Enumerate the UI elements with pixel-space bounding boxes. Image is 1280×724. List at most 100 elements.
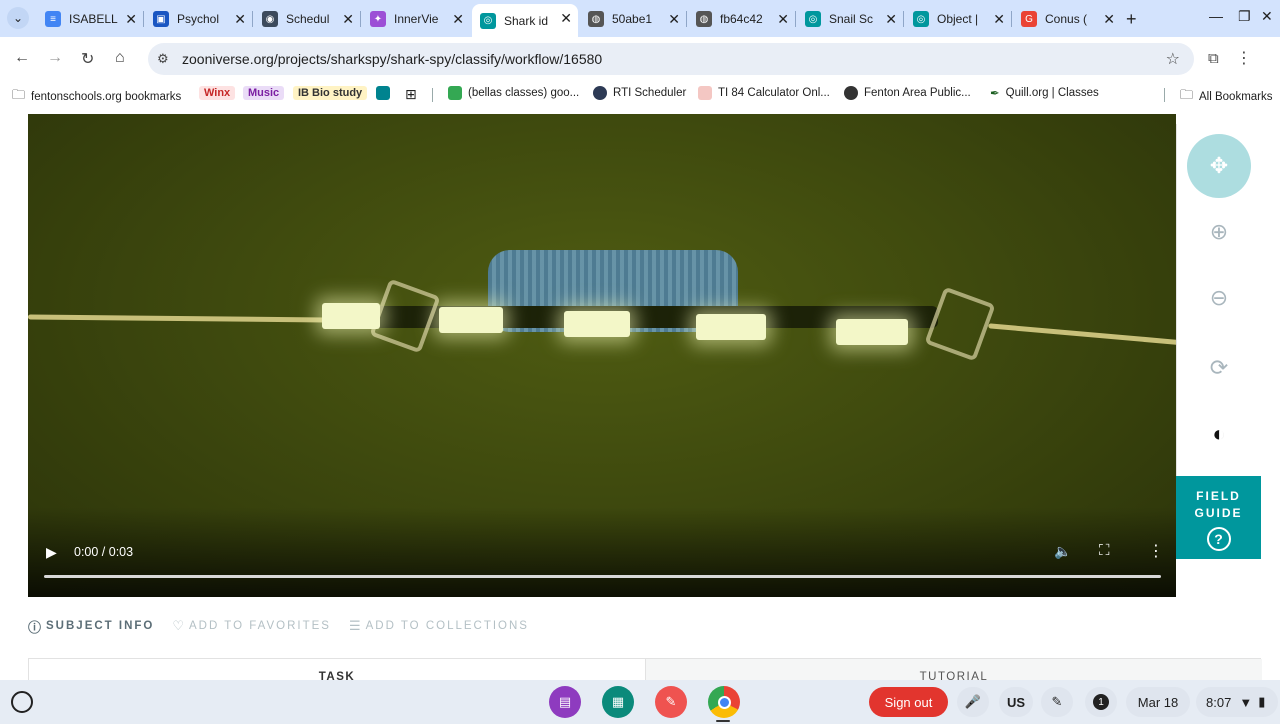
bookmark-apps[interactable]: ⊞	[405, 86, 417, 103]
tab-favicon-icon: ◍	[588, 11, 604, 27]
tab-close-icon[interactable]: ✕	[668, 11, 680, 28]
bookmark-label: Music	[243, 86, 285, 100]
heart-icon: ♡	[172, 618, 185, 633]
bookmark-rti[interactable]: RTI Scheduler	[593, 86, 686, 100]
add-to-favorites-button[interactable]: ♡ ADD TO FAVORITES	[172, 618, 331, 634]
info-icon: ⓘ	[28, 619, 42, 635]
field-guide-button[interactable]: FIELD GUIDE ?	[1176, 476, 1261, 559]
tab-close-icon[interactable]: ✕	[1103, 11, 1115, 28]
bookmark-label: fentonschools.org bookmarks	[31, 91, 182, 103]
subject-video[interactable]: ▶ 0:00 / 0:03 🔈 ⛶ ⋮	[28, 114, 1176, 597]
browser-tab[interactable]: ≡ ISABELL ✕	[37, 5, 143, 33]
tab-search-chevron-icon[interactable]: ⌄	[7, 7, 29, 29]
browser-tab[interactable]: ◎ Snail Sc ✕	[797, 5, 903, 33]
microphone-icon[interactable]: 🎤	[957, 687, 989, 717]
fin-right	[924, 286, 996, 362]
grid-icon: ⊞	[405, 86, 417, 102]
tab-title: fb64c42	[720, 12, 763, 26]
help-icon: ?	[1206, 527, 1231, 551]
rotate-tool-icon[interactable]: ⟳	[1187, 336, 1251, 400]
bookmark-fenton[interactable]: Fenton Area Public...	[844, 86, 971, 100]
teal-square-icon	[376, 86, 390, 100]
video-more-icon[interactable]: ⋮	[1148, 541, 1164, 561]
stylus-icon[interactable]: ✎	[1041, 687, 1073, 717]
tab-close-icon[interactable]: ✕	[560, 10, 572, 27]
launcher-icon[interactable]	[11, 691, 33, 713]
classroom-app-icon[interactable]: ▦	[602, 686, 634, 718]
status-tray[interactable]: 8:07 ▼ ▮	[1196, 687, 1278, 717]
notification-button[interactable]: 1	[1085, 687, 1117, 717]
bookmark-ti84[interactable]: TI 84 Calculator Onl...	[698, 86, 830, 100]
extensions-icon[interactable]: ⧉	[1208, 50, 1219, 67]
play-icon[interactable]: ▶	[46, 544, 57, 561]
browser-toolbar: ← → ↻ ⌂ ⚙ zooniverse.org/projects/sharks…	[0, 37, 1280, 82]
bookmark-winx[interactable]: Winx	[199, 86, 236, 100]
bookmark-label: RTI Scheduler	[613, 87, 687, 99]
volume-icon[interactable]: 🔈	[1054, 543, 1071, 560]
close-window-icon[interactable]: ✕	[1261, 8, 1273, 25]
site-info-icon[interactable]: ⚙	[157, 51, 169, 67]
invert-tool-icon[interactable]: ◐	[1187, 402, 1251, 466]
bookmark-music[interactable]: Music	[243, 86, 285, 100]
address-bar[interactable]: ⚙ zooniverse.org/projects/sharkspy/shark…	[148, 43, 1194, 75]
date-button[interactable]: Mar 18	[1126, 687, 1190, 717]
restore-icon[interactable]: ❐	[1238, 8, 1251, 25]
browser-tab[interactable]: ◉ Schedul ✕	[254, 5, 360, 33]
browser-tab[interactable]: ▣ Psychol ✕	[145, 5, 252, 33]
bookmark-label: Fenton Area Public...	[864, 87, 971, 99]
bookmark-label: TI 84 Calculator Onl...	[718, 87, 830, 99]
browser-tab[interactable]: ◍ fb64c42 ✕	[688, 5, 795, 33]
url-text: zooniverse.org/projects/sharkspy/shark-s…	[182, 51, 603, 67]
canvas-app-icon[interactable]: ✎	[655, 686, 687, 718]
zoom-in-tool-icon[interactable]: ⊕	[1187, 200, 1251, 264]
bookmark-label: Quill.org | Classes	[1005, 87, 1099, 99]
browser-tab[interactable]: ◎ Shark id ✕	[472, 4, 578, 37]
back-icon[interactable]: ←	[14, 49, 30, 67]
bookmark-teal[interactable]	[376, 86, 396, 100]
chrome-app-icon[interactable]	[708, 686, 740, 718]
new-tab-button[interactable]: +	[1126, 9, 1137, 30]
home-icon[interactable]: ⌂	[115, 49, 125, 67]
tab-title: InnerVie	[394, 12, 439, 26]
tab-close-icon[interactable]: ✕	[342, 11, 354, 28]
tab-strip: ⌄ ≡ ISABELL ✕ ▣ Psychol ✕ ◉ Schedul ✕ ✦ InnerVie ✕ ◎…	[0, 0, 1280, 37]
browser-menu-icon[interactable]: ⋮	[1236, 48, 1252, 68]
tab-close-icon[interactable]: ✕	[452, 11, 464, 28]
browser-tab[interactable]: ✦ InnerVie ✕	[362, 5, 470, 33]
tab-favicon-icon: ≡	[45, 11, 61, 27]
tab-close-icon[interactable]: ✕	[234, 11, 246, 28]
forward-icon[interactable]: →	[47, 49, 63, 67]
bookmark-divider	[1164, 88, 1165, 102]
zoom-out-tool-icon[interactable]: ⊖	[1187, 266, 1251, 330]
tab-close-icon[interactable]: ✕	[993, 11, 1005, 28]
minimize-icon[interactable]: —	[1209, 8, 1223, 24]
fullscreen-icon[interactable]: ⛶	[1099, 542, 1110, 559]
tab-close-icon[interactable]: ✕	[885, 11, 897, 28]
float-5	[836, 319, 908, 345]
all-bookmarks[interactable]: 🗀 All Bookmarks	[1180, 86, 1273, 108]
bookmark-quill[interactable]: ✒ Quill.org | Classes	[990, 86, 1099, 100]
folder-icon: 🗀	[1180, 87, 1194, 102]
reload-icon[interactable]: ↻	[81, 49, 94, 69]
video-progress-bar[interactable]	[44, 575, 1161, 578]
bookmark-bellas[interactable]: (bellas classes) goo...	[448, 86, 579, 100]
browser-tab[interactable]: ◎ Object | ✕	[905, 5, 1011, 33]
subject-info-button[interactable]: ⓘ SUBJECT INFO	[28, 617, 154, 636]
bookmark-ib-bio[interactable]: IB Bio study	[293, 86, 368, 100]
sign-out-button[interactable]: Sign out	[869, 687, 948, 717]
browser-tab[interactable]: ◍ 50abe1 ✕	[580, 5, 686, 33]
screencast-app-icon[interactable]: ▤	[549, 686, 581, 718]
wifi-icon: ▼	[1239, 694, 1253, 710]
favorites-label: ADD TO FAVORITES	[189, 620, 331, 632]
clock-time: 8:07	[1206, 694, 1232, 710]
add-to-collections-button[interactable]: ☰ ADD TO COLLECTIONS	[349, 618, 529, 634]
tab-favicon-icon: ◎	[913, 11, 929, 27]
bookmark-folder[interactable]: 🗀 fentonschools.org bookmarks	[12, 86, 181, 108]
tab-close-icon[interactable]: ✕	[125, 11, 137, 28]
move-tool-icon[interactable]: ✥	[1187, 134, 1251, 198]
input-method-button[interactable]: US	[999, 687, 1033, 717]
bookmark-label: Winx	[199, 86, 236, 100]
bookmark-star-icon[interactable]: ☆	[1166, 49, 1180, 69]
browser-tab[interactable]: G Conus (✕	[1013, 5, 1121, 33]
tab-close-icon[interactable]: ✕	[777, 11, 789, 28]
